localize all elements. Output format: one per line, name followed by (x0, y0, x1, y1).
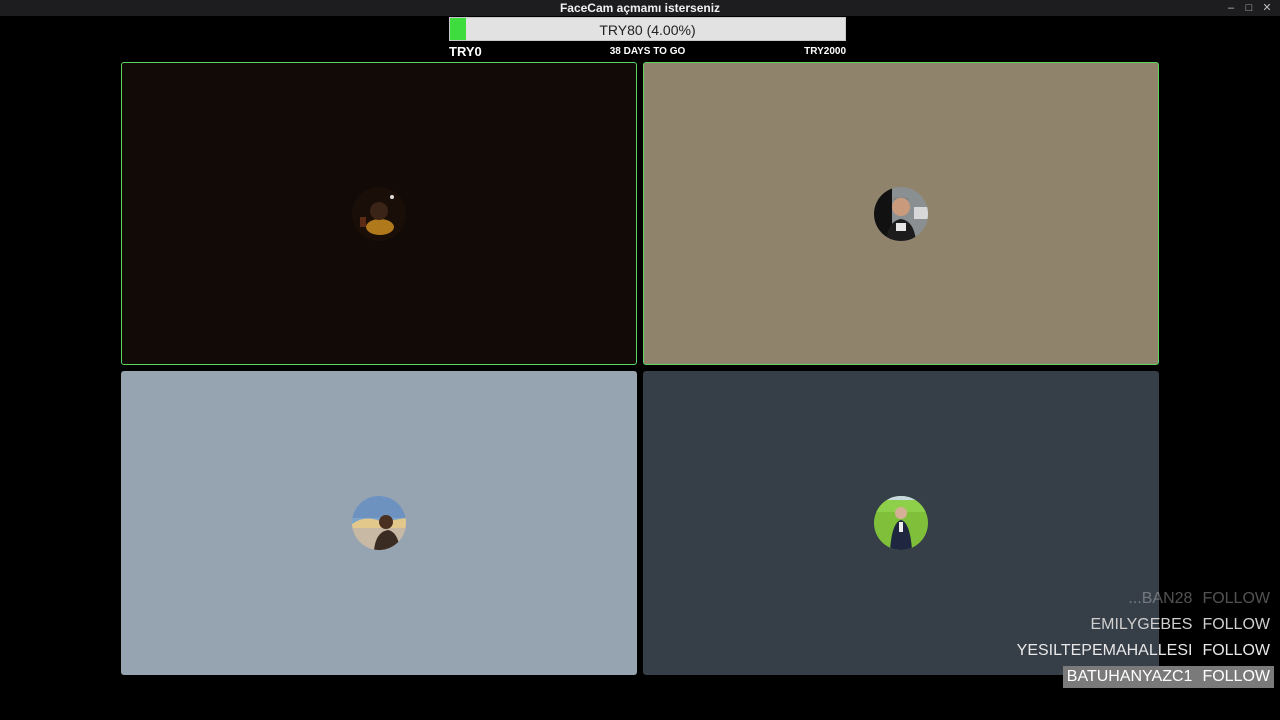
donation-goal-bar: TRY80 (4.00%) (449, 17, 846, 41)
maximize-button[interactable]: □ (1240, 0, 1258, 16)
title-bar: FaceCam açmamı isterseniz – □ ✕ (0, 0, 1280, 16)
video-tile-participant-3[interactable] (121, 371, 637, 675)
avatar-night-icon (352, 186, 406, 241)
follower-name: YESILTEPEMAHALLESI (1016, 642, 1193, 659)
goal-amount-label: TRY80 (4.00%) (599, 22, 696, 38)
follow-label: FOLLOW (1202, 668, 1270, 685)
follow-label: FOLLOW (1202, 616, 1270, 633)
follow-alert-item: BATUHANYAZC1 FOLLOW (1062, 666, 1274, 688)
window-title: FaceCam açmamı isterseniz (559, 1, 721, 15)
follower-name: EMILYGEBES (1090, 616, 1193, 633)
minimize-button[interactable]: – (1222, 0, 1240, 16)
follow-label: FOLLOW (1202, 590, 1270, 607)
avatar-landscape-icon (352, 496, 406, 550)
avatar-man-icon (874, 186, 928, 241)
follow-alert-item: EMILYGEBES FOLLOW (1086, 614, 1274, 636)
video-tile-participant-2[interactable] (643, 62, 1159, 365)
goal-max-label: TRY2000 (804, 46, 846, 57)
follow-alerts: ...BAN28 FOLLOW EMILYGEBES FOLLOW YESILTEP… (1013, 588, 1274, 692)
follower-name: ...BAN28 (1128, 590, 1193, 607)
avatar-field-icon (874, 496, 928, 550)
follow-alert-item: ...BAN28 FOLLOW (1124, 588, 1274, 610)
follower-name: BATUHANYAZC1 (1066, 668, 1193, 685)
follow-alert-item: YESILTEPEMAHALLESI FOLLOW (1013, 640, 1274, 662)
window-controls: – □ ✕ (1222, 0, 1276, 16)
close-button[interactable]: ✕ (1258, 0, 1276, 16)
video-tile-participant-1[interactable] (121, 62, 637, 365)
follow-label: FOLLOW (1202, 642, 1270, 659)
